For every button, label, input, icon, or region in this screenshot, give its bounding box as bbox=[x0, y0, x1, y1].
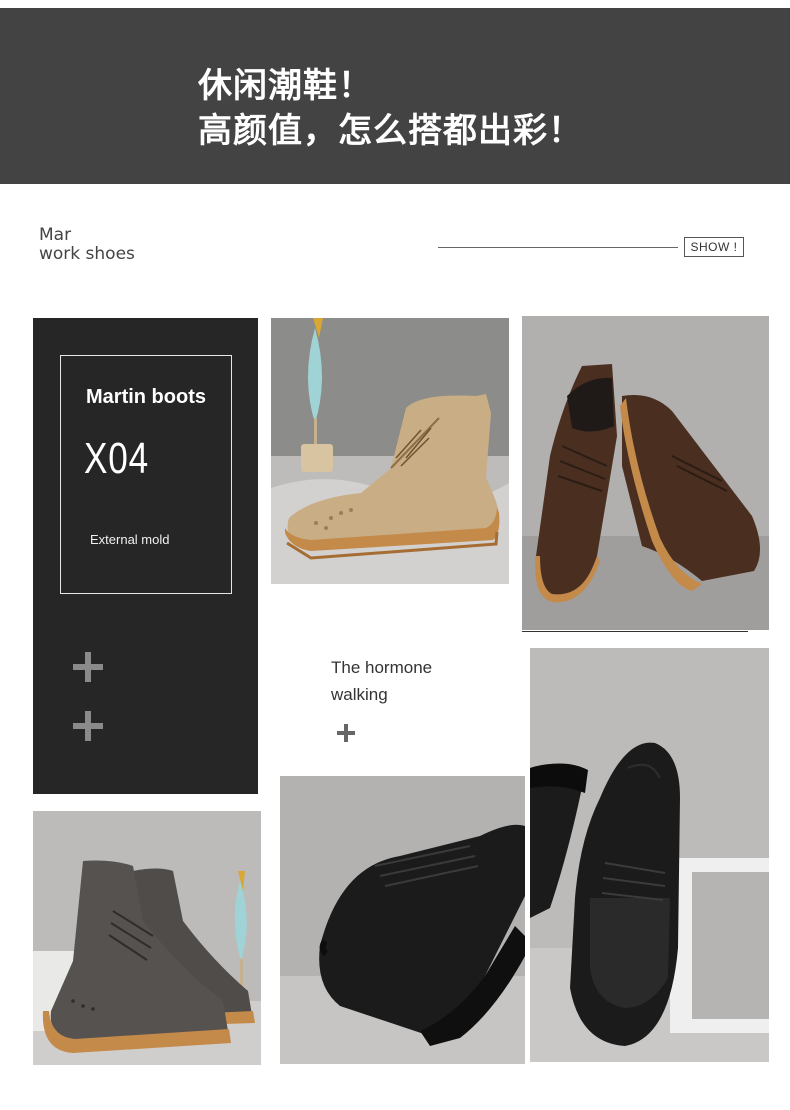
plus-icon bbox=[73, 652, 103, 682]
plus-icon bbox=[73, 711, 103, 741]
tagline-line-2: walking bbox=[331, 685, 388, 704]
plus-icon bbox=[337, 724, 355, 742]
product-name: Martin boots bbox=[86, 386, 206, 408]
section-title-line-1: Mar bbox=[39, 225, 72, 245]
header-banner bbox=[0, 8, 790, 184]
tagline-line-1: The hormone bbox=[331, 658, 433, 677]
divider-line bbox=[438, 247, 678, 248]
show-button[interactable]: SHOW ! bbox=[684, 237, 744, 257]
khaki-boot-photo bbox=[271, 318, 509, 584]
product-model: X04 bbox=[84, 434, 150, 483]
banner-headline-1: 休闲潮鞋！ bbox=[198, 66, 373, 106]
section-title-line-2: work shoes bbox=[39, 244, 135, 264]
photo-underline bbox=[522, 631, 748, 632]
banner-headline-2: 高颜值，怎么搭都出彩！ bbox=[198, 111, 583, 151]
grey-boots-photo bbox=[33, 811, 261, 1065]
tagline: The hormone walking bbox=[331, 654, 432, 708]
black-boots-top-photo bbox=[530, 648, 769, 1062]
section-title: Mar work shoes bbox=[39, 226, 135, 264]
brown-boots-photo bbox=[522, 316, 769, 630]
product-feature: External mold bbox=[90, 532, 170, 547]
black-boot-side-photo bbox=[280, 776, 525, 1064]
